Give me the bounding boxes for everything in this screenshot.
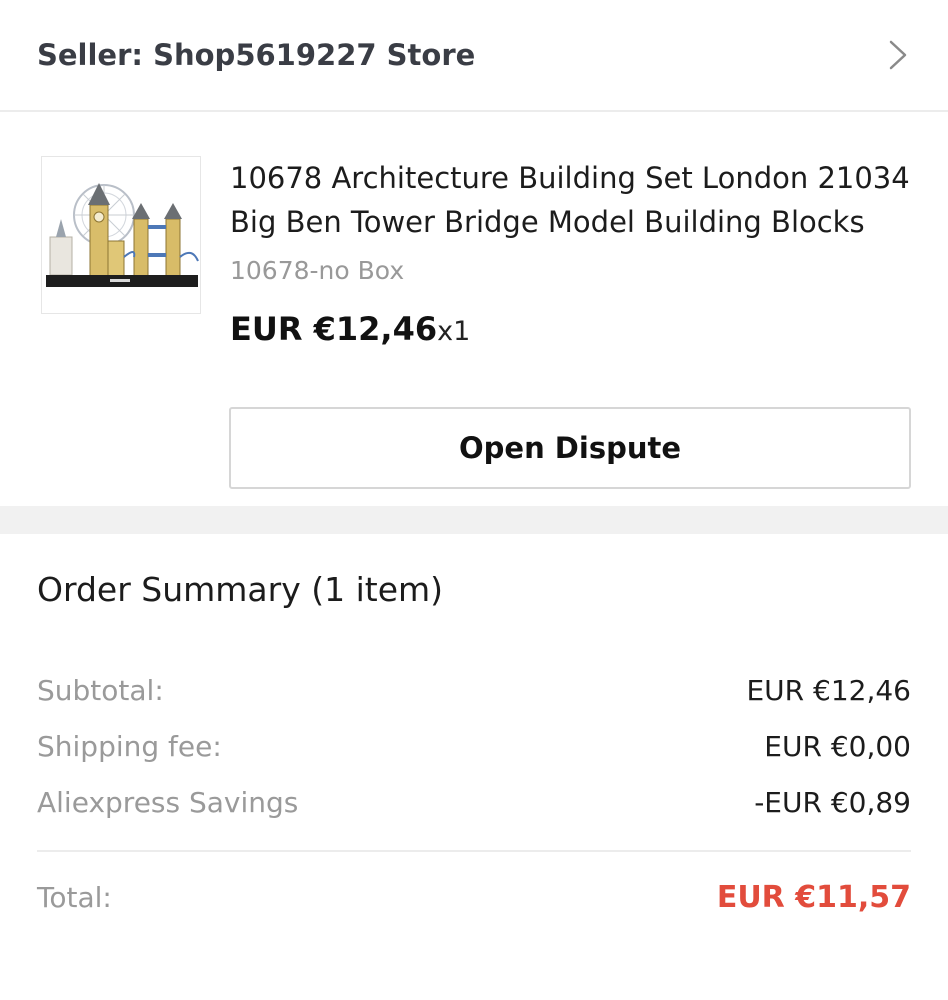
price-row: EUR €12,46x1 [230,310,470,348]
shipping-fee-row: Shipping fee: EUR €0,00 [37,730,911,763]
savings-value: -EUR €0,89 [754,786,911,819]
total-label: Total: [37,881,112,914]
total-value: EUR €11,57 [716,880,911,915]
product-price: EUR €12,46 [230,310,438,348]
summary-divider [37,850,911,852]
chevron-right-icon[interactable] [884,35,912,75]
product-variant: 10678-no Box [230,256,405,285]
product-title[interactable]: 10678 Architecture Building Set London 2… [230,156,920,244]
order-summary-title: Order Summary (1 item) [37,570,444,609]
open-dispute-button[interactable]: Open Dispute [229,407,911,489]
subtotal-label: Subtotal: [37,674,164,707]
seller-row[interactable]: Seller: Shop5619227 Store [0,0,948,112]
shipping-fee-value: EUR €0,00 [764,730,911,763]
section-divider [0,506,948,534]
product-card: 10678 Architecture Building Set London 2… [0,114,948,506]
subtotal-value: EUR €12,46 [746,674,911,707]
savings-label: Aliexpress Savings [37,786,299,819]
subtotal-row: Subtotal: EUR €12,46 [37,674,911,707]
total-row: Total: EUR €11,57 [37,880,911,915]
seller-name: Seller: Shop5619227 Store [37,38,476,72]
shipping-fee-label: Shipping fee: [37,730,222,763]
product-quantity: x1 [437,316,471,347]
order-summary: Order Summary (1 item) Subtotal: EUR €12… [0,534,948,1000]
product-thumbnail[interactable] [41,156,201,314]
savings-row: Aliexpress Savings -EUR €0,89 [37,786,911,819]
